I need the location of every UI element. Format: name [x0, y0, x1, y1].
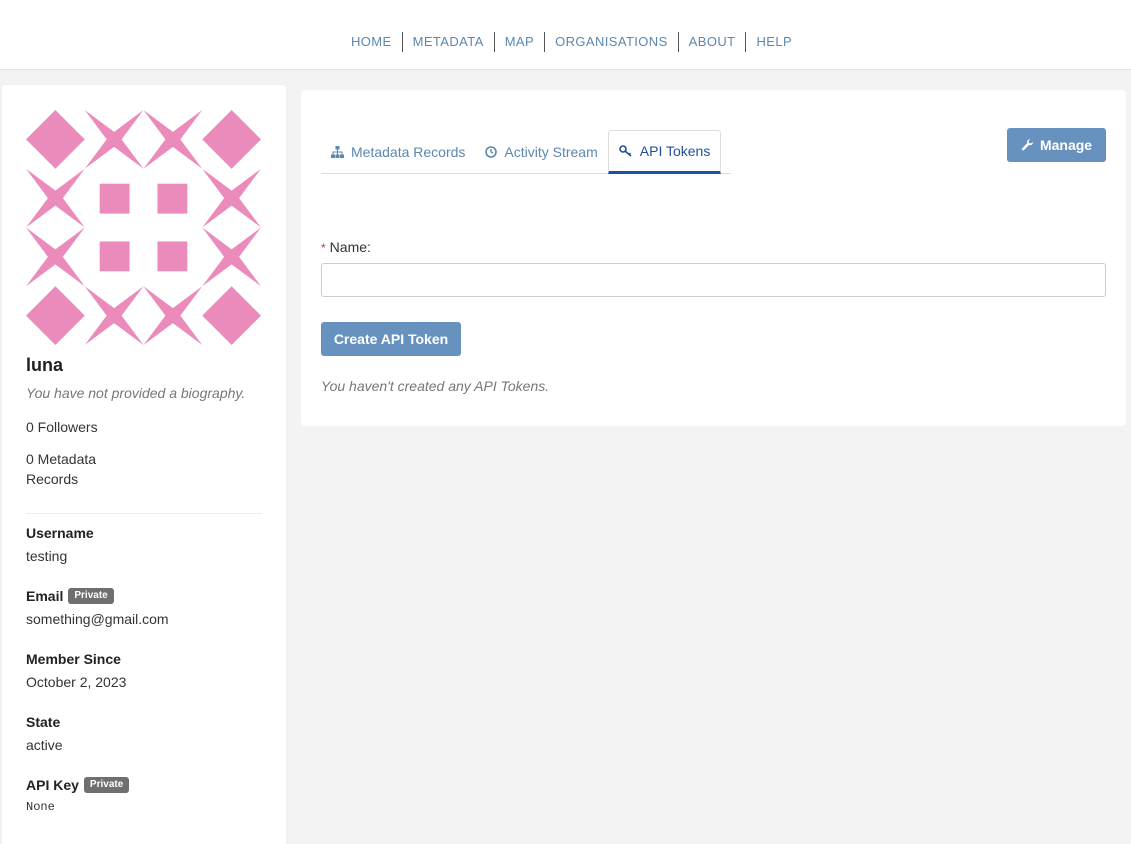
nav-organisations[interactable]: ORGANISATIONS [545, 32, 679, 52]
profile-sidebar: luna You have not provided a biography. … [2, 85, 286, 844]
api-key-value: None [26, 800, 55, 814]
token-name-input[interactable] [321, 263, 1106, 297]
private-badge: Private [68, 588, 114, 604]
member-since-value: October 2, 2023 [26, 674, 127, 690]
nav-home[interactable]: HOME [341, 32, 403, 52]
main-nav: HOME METADATA MAP ORGANISATIONS ABOUT HE… [341, 32, 802, 52]
nav-metadata[interactable]: METADATA [403, 32, 495, 52]
username-label: Username [26, 525, 94, 541]
manage-button[interactable]: Manage [1007, 128, 1106, 162]
tab-api-tokens[interactable]: API Tokens [607, 130, 722, 174]
tab-label: Activity Stream [504, 144, 598, 160]
profile-name: luna [26, 355, 64, 375]
key-icon [618, 145, 632, 157]
nav-map[interactable]: MAP [495, 32, 546, 52]
wrench-icon [1021, 138, 1033, 150]
state-value: active [26, 737, 63, 753]
metadata-records-count: 0 Metadata Records [26, 451, 97, 487]
required-mark: * [321, 241, 326, 255]
api-key-field: API Key Private None [26, 777, 130, 814]
divider [26, 513, 262, 514]
name-label: * Name: [321, 239, 371, 255]
nav-about[interactable]: ABOUT [679, 32, 747, 52]
clock-icon [485, 146, 498, 158]
manage-button-label: Manage [1039, 137, 1093, 153]
member-since-field: Member Since October 2, 2023 [26, 651, 126, 690]
state-label: State [26, 714, 61, 730]
top-navbar: HOME METADATA MAP ORGANISATIONS ABOUT HE… [0, 0, 1131, 70]
tab-label: Metadata Records [351, 144, 466, 160]
email-label: Email [26, 588, 64, 604]
tab-metadata-records[interactable]: Metadata Records [321, 130, 475, 174]
api-key-label: API Key [26, 777, 79, 793]
name-label-text: Name: [329, 239, 371, 255]
create-api-token-button[interactable]: Create API Token [321, 322, 461, 356]
private-badge: Private [83, 777, 130, 793]
sitemap-icon [331, 146, 344, 158]
avatar [26, 110, 261, 345]
email-field: Email Private something@gmail.com [26, 588, 169, 627]
main-panel: Metadata Records Activity Stream API Tok… [301, 90, 1126, 426]
email-value: something@gmail.com [26, 611, 169, 627]
tab-bar: Metadata Records Activity Stream API Tok… [321, 130, 731, 174]
username-value: testing [26, 548, 68, 564]
tab-label: API Tokens [639, 143, 711, 159]
state-field: State active [26, 714, 63, 753]
followers-count: 0 Followers [26, 419, 98, 435]
username-field: Username testing [26, 525, 94, 564]
empty-tokens-message: You haven't created any API Tokens. [321, 378, 550, 394]
nav-help[interactable]: HELP [746, 32, 802, 52]
member-since-label: Member Since [26, 651, 121, 667]
tab-activity-stream[interactable]: Activity Stream [475, 130, 607, 174]
profile-bio: You have not provided a biography. [26, 385, 246, 401]
